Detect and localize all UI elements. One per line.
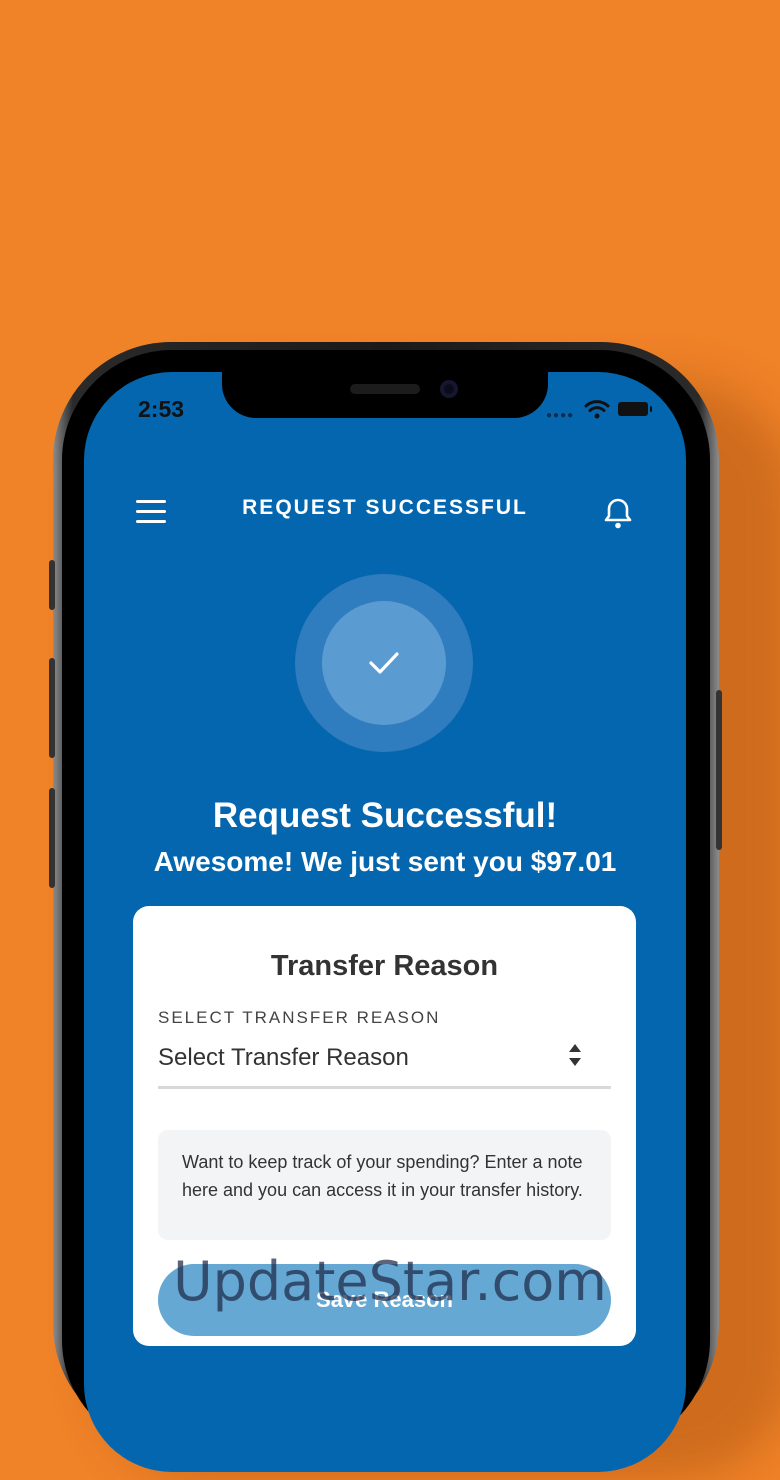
power-button xyxy=(716,690,722,850)
sort-arrows-icon xyxy=(569,1044,581,1066)
note-placeholder: Want to keep track of your spending? Ent… xyxy=(182,1152,583,1200)
battery-icon xyxy=(618,402,652,416)
card-title: Transfer Reason xyxy=(270,950,499,982)
wifi-icon xyxy=(584,400,610,419)
checkmark-icon xyxy=(369,652,399,674)
header-title: REQUEST SUCCESSFUL xyxy=(242,496,528,519)
success-message: Awesome! We just sent you $97.01 xyxy=(153,846,617,877)
phone-screen: 2:53 ●●●● REQUEST SUCCESSFUL Request Suc… xyxy=(84,372,686,1472)
status-time: 2:53 xyxy=(138,396,185,422)
speaker xyxy=(350,384,420,394)
silent-switch xyxy=(49,560,55,610)
volume-down-button xyxy=(49,788,55,888)
save-reason-button[interactable]: Save Reason xyxy=(158,1264,611,1336)
note-textarea[interactable]: Want to keep track of your spending? Ent… xyxy=(158,1130,611,1240)
success-headline: Request Successful! xyxy=(212,796,558,835)
select-value: Select Transfer Reason xyxy=(158,1044,409,1071)
transfer-reason-card: Transfer Reason SELECT TRANSFER REASON S… xyxy=(133,906,636,1346)
notch xyxy=(222,372,548,418)
transfer-reason-select[interactable]: Select Transfer Reason xyxy=(158,1036,611,1089)
bell-icon[interactable] xyxy=(598,492,638,532)
select-label: SELECT TRANSFER REASON xyxy=(158,1008,441,1027)
camera-icon xyxy=(440,380,458,398)
volume-up-button xyxy=(49,658,55,758)
success-badge xyxy=(295,574,473,752)
signal-icon: ●●●● xyxy=(546,410,575,421)
